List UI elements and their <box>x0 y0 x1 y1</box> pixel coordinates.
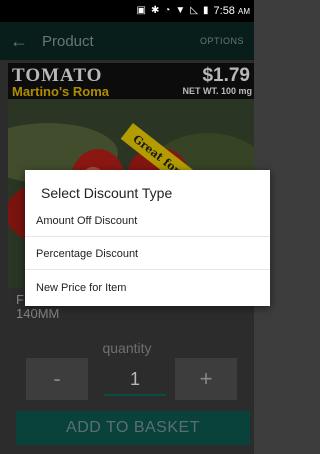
battery-icon: ▮ <box>203 5 209 16</box>
quantity-label: quantity <box>102 340 152 356</box>
dialog-title: Select Discount Type <box>41 185 173 201</box>
net-weight: NET WT. 100 mg <box>182 86 252 96</box>
quantity-decrease-button[interactable]: - <box>26 358 88 400</box>
signal-off-icon: ◺ <box>190 5 198 16</box>
status-time: 7:58 AM <box>213 5 250 17</box>
options-button[interactable]: OPTIONS <box>200 36 244 46</box>
bluetooth-icon: ✱ <box>150 5 160 16</box>
percentage-discount-option[interactable]: Percentage Discount <box>25 238 270 270</box>
discount-type-dialog: Select Discount Type Amount Off Discount… <box>25 170 270 306</box>
quantity-increase-button[interactable]: + <box>175 358 237 400</box>
product-info-line1-left: F <box>16 292 24 307</box>
new-price-option[interactable]: New Price for Item <box>25 272 270 304</box>
packet-price: $1.79 <box>202 65 250 86</box>
nfc-icon: ▣ <box>136 5 146 16</box>
variety-name: Martino's Roma <box>12 84 109 99</box>
status-bar: ▣ ✱ ◔ ▼ ◺ ▮ 7:58 AM <box>0 0 254 22</box>
page-title: Product <box>42 32 94 50</box>
add-to-basket-button[interactable]: ADD TO BASKET <box>16 411 250 445</box>
alarm-icon: ◔ <box>164 5 171 16</box>
arrow-left-icon[interactable]: ← <box>10 31 28 52</box>
amount-off-discount-option[interactable]: Amount Off Discount <box>25 205 270 237</box>
wifi-icon: ▼ <box>175 5 186 16</box>
app-bar: ← Product OPTIONS <box>0 22 254 60</box>
quantity-input[interactable] <box>104 364 166 396</box>
product-info-line2: 140MM <box>16 306 60 321</box>
